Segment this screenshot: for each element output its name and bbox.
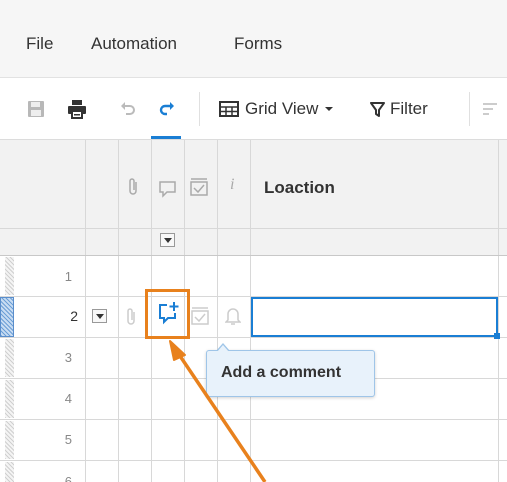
bell-icon[interactable] <box>224 306 242 331</box>
checklist-icon <box>189 177 209 202</box>
column-header-location[interactable]: Loaction <box>264 178 335 198</box>
row-number: 5 <box>64 432 72 447</box>
row-number: 6 <box>64 474 72 482</box>
toolbar: Grid View Filter <box>0 78 507 140</box>
row-number: 3 <box>64 350 72 365</box>
row-number-selected: 2 <box>70 308 78 324</box>
row-handle[interactable] <box>5 380 14 418</box>
sort-icon[interactable] <box>483 99 503 119</box>
toolbar-divider <box>469 92 470 126</box>
menu-forms[interactable]: Forms <box>234 34 282 54</box>
row-checklist-icon[interactable] <box>190 306 210 331</box>
menu-file[interactable]: File <box>26 34 53 54</box>
grid-view-button[interactable]: Grid View <box>219 99 334 119</box>
row-number: 4 <box>64 391 72 406</box>
attachment-icon <box>126 177 140 202</box>
info-column-header: i <box>230 176 235 193</box>
row-attachment-icon[interactable] <box>124 307 138 332</box>
undo-icon[interactable] <box>120 99 136 119</box>
row-handle-selected[interactable] <box>0 297 14 337</box>
filter-button[interactable]: Filter <box>370 99 428 119</box>
active-indicator <box>151 136 181 139</box>
comment-icon <box>158 180 178 203</box>
row-handle[interactable] <box>5 339 14 377</box>
location-cell-editor[interactable] <box>251 297 500 339</box>
tooltip-text: Add a comment <box>221 364 342 381</box>
save-icon[interactable] <box>27 99 45 119</box>
row-handle[interactable] <box>5 257 14 295</box>
filter-label: Filter <box>390 99 428 118</box>
chevron-down-icon <box>325 107 334 111</box>
menu-bar: File Automation Forms <box>0 0 507 78</box>
header-dropdown-button[interactable] <box>160 233 175 247</box>
row-handle[interactable] <box>5 462 14 482</box>
row-dropdown-button[interactable] <box>92 309 107 323</box>
filter-icon <box>370 101 385 117</box>
grid-view-icon <box>219 101 239 117</box>
print-icon[interactable] <box>67 99 87 119</box>
grid-header <box>0 140 507 255</box>
add-comment-tooltip: Add a comment <box>206 343 375 397</box>
toolbar-divider <box>199 92 200 126</box>
menu-automation[interactable]: Automation <box>91 34 177 54</box>
highlight-box <box>145 289 190 339</box>
row-number: 1 <box>64 269 72 284</box>
grid-view-label: Grid View <box>245 99 319 118</box>
row-handle[interactable] <box>5 421 14 459</box>
redo-icon[interactable] <box>159 99 175 119</box>
